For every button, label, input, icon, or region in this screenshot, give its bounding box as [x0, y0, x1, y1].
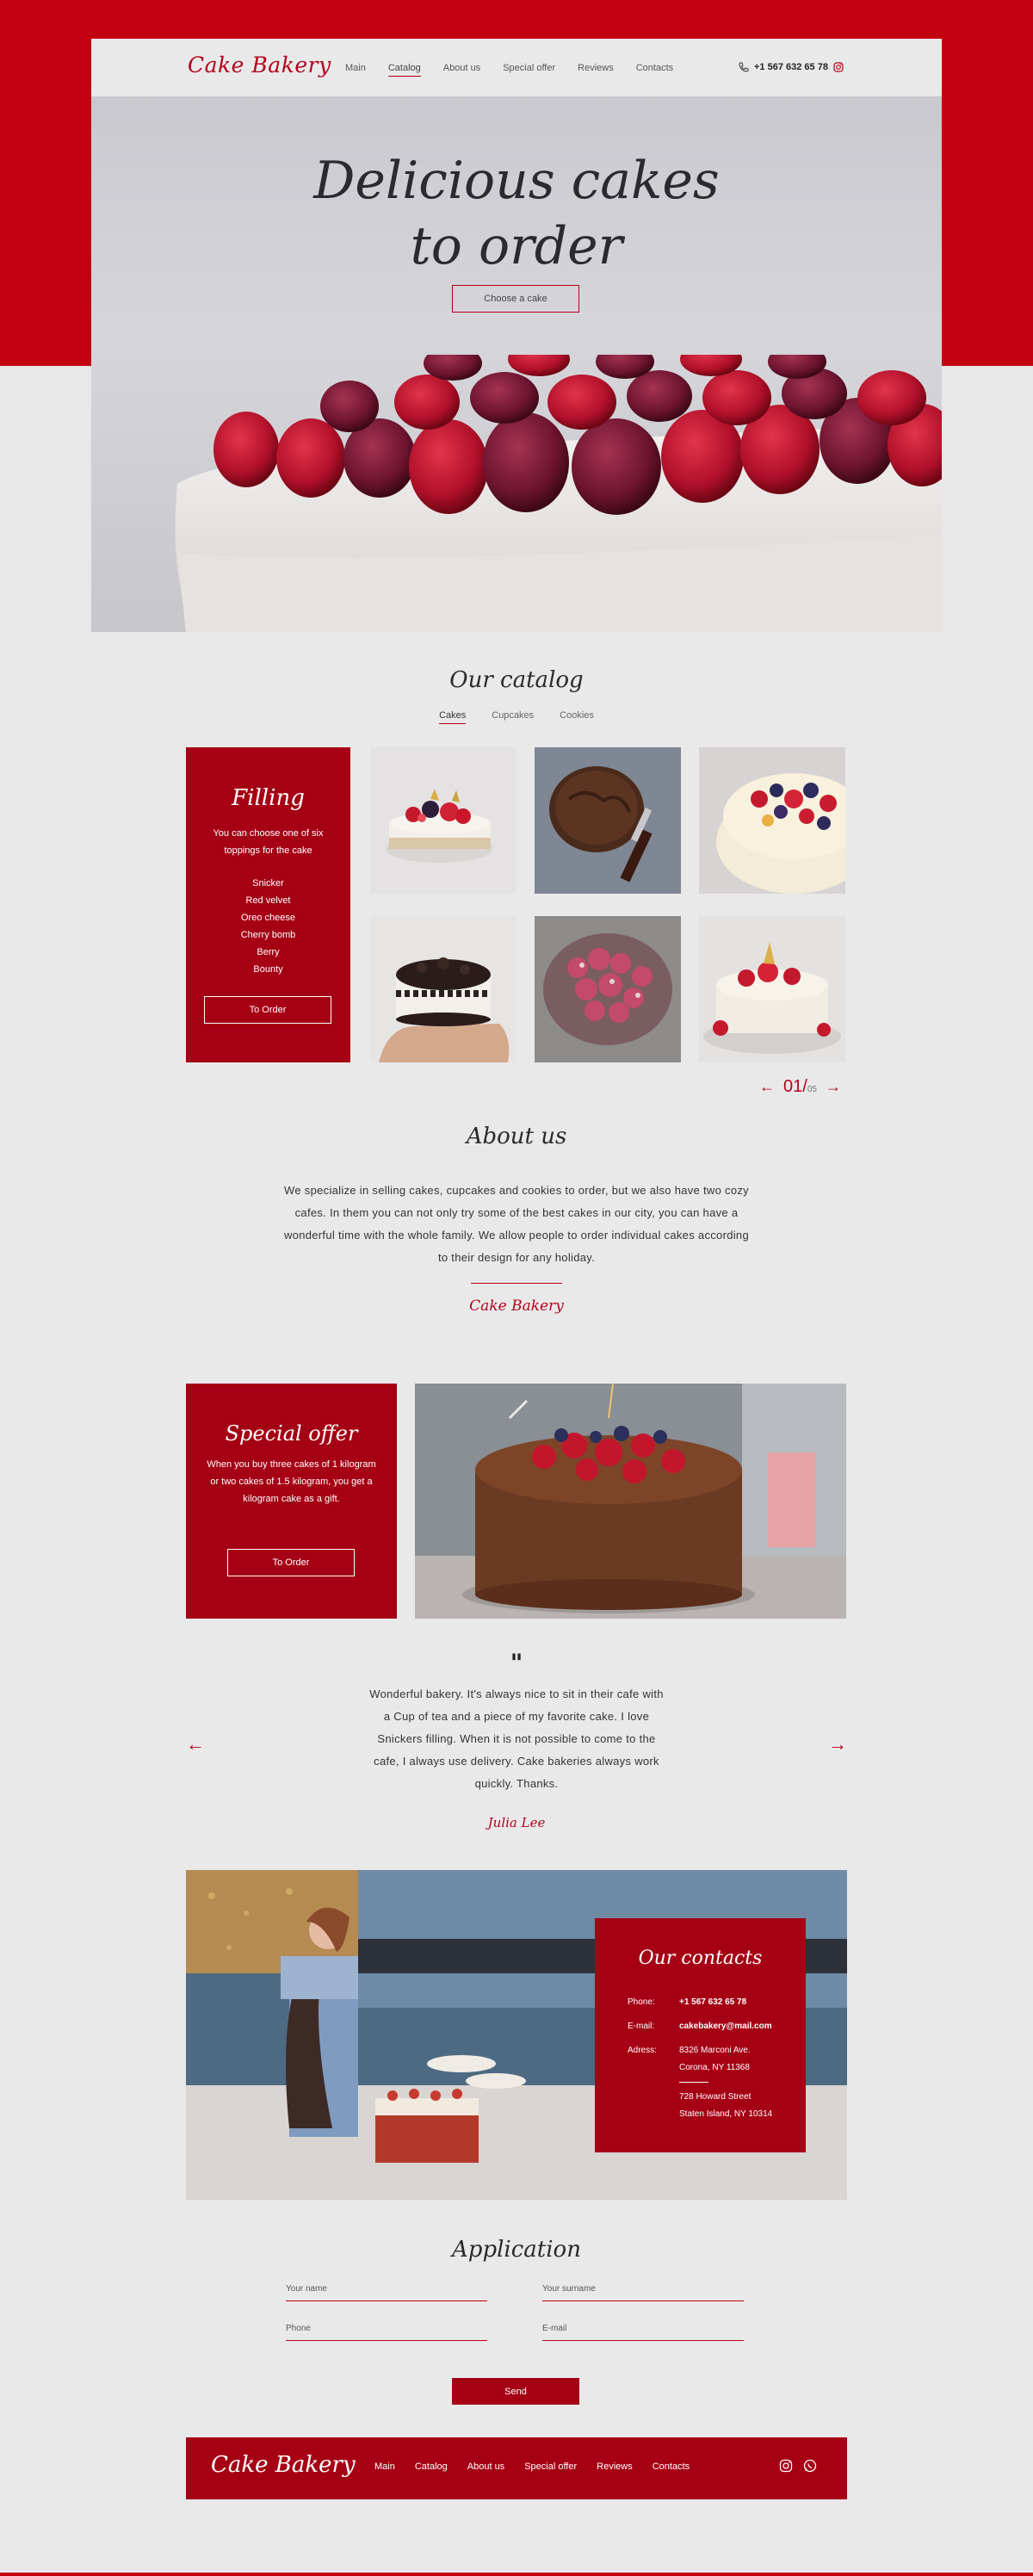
- pager-next-arrow-icon[interactable]: →: [826, 1078, 841, 1096]
- header-phone[interactable]: +1 567 632 65 78: [739, 62, 844, 72]
- nav-special-offer[interactable]: Special offer: [503, 63, 555, 77]
- catalog-pager: ← 01/05 →: [759, 1077, 841, 1097]
- whatsapp-icon[interactable]: [803, 2459, 817, 2473]
- email-field[interactable]: E-mail: [542, 2324, 744, 2341]
- address-2-line-2: Staten Island, NY 10314: [679, 2109, 773, 2119]
- filling-title: Filling: [232, 785, 305, 811]
- filling-list: Snicker Red velvet Oreo cheese Cherry bo…: [186, 875, 350, 978]
- choose-cake-button[interactable]: Choose a cake: [452, 285, 579, 313]
- instagram-icon[interactable]: [833, 62, 844, 72]
- footer-nav-main[interactable]: Main: [374, 2461, 395, 2472]
- filling-item: Oreo cheese: [241, 913, 295, 923]
- quote-icon: ": [510, 1649, 523, 1677]
- review-author: Julia Lee: [487, 1815, 546, 1830]
- filling-item: Bounty: [253, 964, 283, 975]
- pager-counter: 01/05: [783, 1077, 817, 1096]
- footer-nav-special-offer[interactable]: Special offer: [524, 2461, 577, 2472]
- address-1-line-2: Corona, NY 11368: [679, 2063, 750, 2072]
- catalog-title: Our catalog: [449, 667, 584, 693]
- contact-address-row: Adress: 8326 Marconi Ave.: [628, 2046, 751, 2055]
- catalog-item-berry-cream-cake[interactable]: [699, 747, 845, 894]
- about-divider: [471, 1283, 562, 1284]
- nav-about[interactable]: About us: [443, 63, 480, 77]
- contacts-card: Our contacts Phone: +1 567 632 65 78 E-ma…: [595, 1918, 806, 2152]
- main-nav: Main Catalog About us Special offer Revi…: [345, 63, 696, 77]
- footer-logo[interactable]: Cake Bakery: [211, 2452, 356, 2478]
- footer-social: [779, 2459, 817, 2473]
- contact-phone[interactable]: +1 567 632 65 78: [679, 1997, 746, 2007]
- special-offer-card: Special offer When you buy three cakes o…: [186, 1384, 397, 1619]
- review-next-arrow-icon[interactable]: →: [828, 1733, 847, 1756]
- page: Cake Bakery Main Catalog About us Specia…: [91, 39, 942, 2499]
- hero-raspberry-cake-image: [175, 355, 942, 632]
- hero: Delicious cakes to order Choose a cake: [91, 96, 942, 632]
- filling-item: Cherry bomb: [240, 930, 296, 940]
- nav-reviews[interactable]: Reviews: [578, 63, 614, 77]
- footer-nav-catalog[interactable]: Catalog: [415, 2461, 448, 2472]
- footer-nav-reviews[interactable]: Reviews: [597, 2461, 633, 2472]
- address-1-line-1: 8326 Marconi Ave.: [679, 2046, 751, 2055]
- nav-main[interactable]: Main: [345, 63, 366, 77]
- surname-field[interactable]: Your surname: [542, 2284, 744, 2301]
- nav-contacts[interactable]: Contacts: [636, 63, 673, 77]
- contact-email[interactable]: cakebakery@mail.com: [679, 2022, 772, 2031]
- catalog-item-raspberry-cake[interactable]: [535, 916, 681, 1062]
- about-text: We specialize in selling cakes, cupcakes…: [284, 1184, 749, 1264]
- filling-description: You can choose one of six toppings for t…: [213, 828, 324, 856]
- footer-nav-contacts[interactable]: Contacts: [653, 2461, 690, 2472]
- pager-prev-arrow-icon[interactable]: ←: [759, 1078, 775, 1096]
- send-button[interactable]: Send: [452, 2378, 579, 2405]
- application-title: Application: [452, 2237, 581, 2263]
- instagram-icon[interactable]: [779, 2459, 793, 2473]
- tab-cookies[interactable]: Cookies: [560, 710, 594, 724]
- logo[interactable]: Cake Bakery: [188, 53, 331, 77]
- address-divider: [679, 2082, 708, 2083]
- contacts-title: Our contacts: [638, 1947, 763, 1969]
- special-order-button[interactable]: To Order: [227, 1549, 355, 1576]
- phone-icon: [739, 62, 749, 72]
- filling-card: Filling You can choose one of six toppin…: [186, 747, 350, 1062]
- address-2-line-1: 728 Howard Street: [679, 2092, 752, 2102]
- filling-order-button[interactable]: To Order: [204, 996, 331, 1024]
- catalog-item-berry-cheesecake[interactable]: [370, 747, 516, 894]
- filling-item: Snicker: [252, 878, 284, 889]
- hero-title: Delicious cakes to order: [313, 151, 720, 276]
- about-signature: Cake Bakery: [469, 1297, 564, 1315]
- filling-item: Red velvet: [245, 895, 291, 906]
- contact-email-row: E-mail: cakebakery@mail.com: [628, 2022, 772, 2031]
- tab-cupcakes[interactable]: Cupcakes: [492, 710, 534, 724]
- review-prev-arrow-icon[interactable]: ←: [186, 1733, 205, 1756]
- special-offer-title: Special offer: [225, 1421, 358, 1446]
- catalog-item-oreo-cake[interactable]: [370, 916, 516, 1062]
- phone-number: +1 567 632 65 78: [754, 62, 828, 72]
- nav-catalog[interactable]: Catalog: [387, 63, 421, 77]
- footer-nav-about[interactable]: About us: [467, 2461, 504, 2472]
- contact-phone-row: Phone: +1 567 632 65 78: [628, 1997, 747, 2007]
- header: Cake Bakery Main Catalog About us Specia…: [91, 39, 942, 96]
- review-text: Wonderful bakery. It's always nice to si…: [369, 1687, 664, 1790]
- catalog-item-vanilla-berry-cake[interactable]: [699, 916, 845, 1062]
- about-title: About us: [466, 1124, 567, 1149]
- tab-cakes[interactable]: Cakes: [439, 710, 467, 724]
- filling-item: Berry: [257, 947, 280, 957]
- catalog-item-chocolate-cake[interactable]: [535, 747, 681, 894]
- special-offer-text: When you buy three cakes of 1 kilogram o…: [207, 1459, 376, 1504]
- name-field[interactable]: Your name: [286, 2284, 487, 2301]
- footer-nav: Main Catalog About us Special offer Revi…: [374, 2461, 709, 2472]
- footer: Cake Bakery Main Catalog About us Specia…: [186, 2437, 847, 2499]
- catalog-tabs: Cakes Cupcakes Cookies: [91, 710, 942, 724]
- special-offer-cake-image: [415, 1384, 846, 1619]
- phone-field[interactable]: Phone: [286, 2324, 487, 2341]
- bottom-red-line: [0, 2573, 1033, 2576]
